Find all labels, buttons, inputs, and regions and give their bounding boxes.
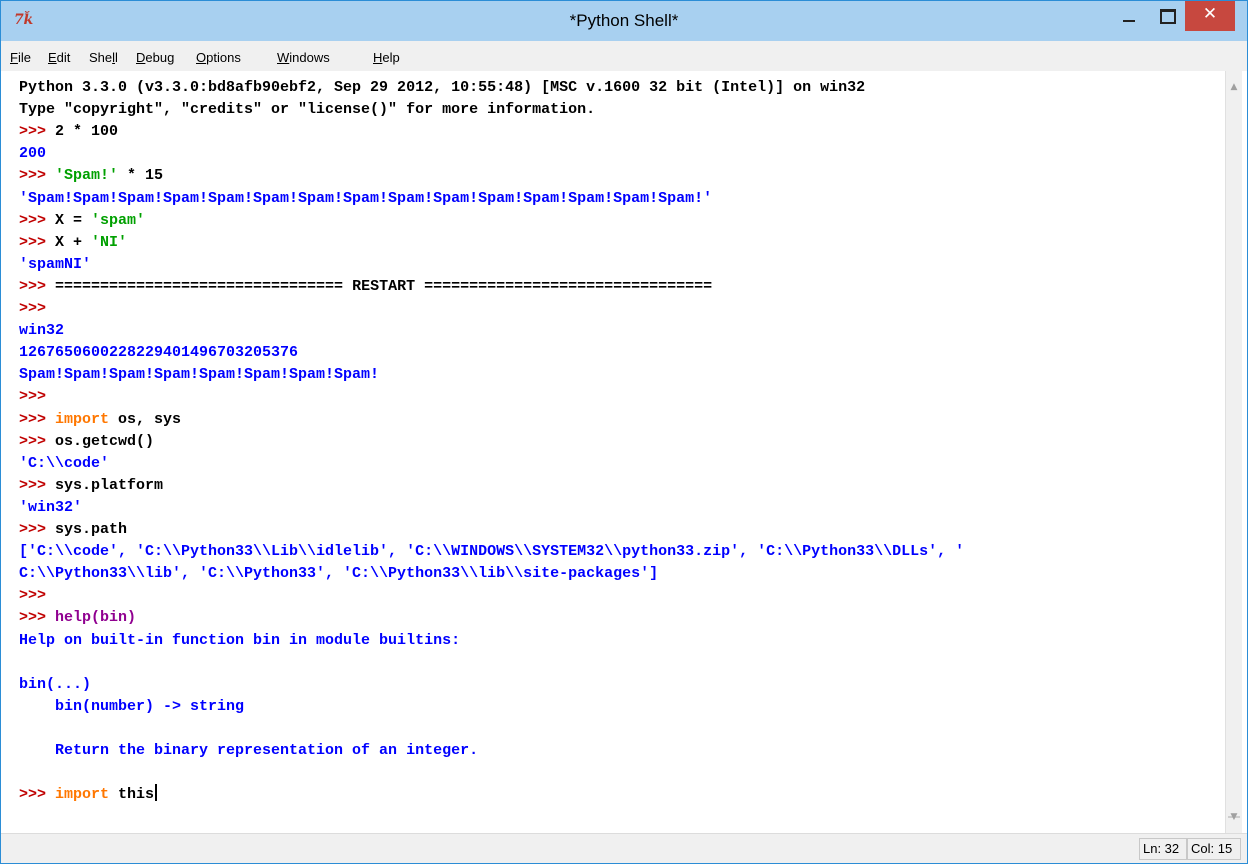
shell-text: 2 * 100 [55,123,119,141]
shell-text: ['C:\\code', 'C:\\Python33\\Lib\\idlelib… [19,543,965,561]
shell-text: help(bin) [55,609,137,627]
shell-text: 'Spam!' [55,167,119,185]
shell-text: Type "copyright", "credits" or "license(… [19,101,596,119]
menu-file[interactable]: File [10,50,31,65]
shell-prompt: >>> [19,476,56,494]
shell-line: >>> sys.platform [19,475,163,497]
shell-text: 200 [19,145,47,163]
shell-text: sys.platform [55,476,164,494]
close-button[interactable]: ✕ [1185,1,1235,31]
text-cursor [155,784,158,802]
shell-line: >>> help(bin) [19,607,136,629]
shell-text: 'C:\\code' [19,454,110,472]
shell-text: os.getcwd() [55,432,155,450]
shell-prompt: >>> [19,587,47,605]
shell-text: Return the binary representation of an i… [19,742,479,759]
menu-windows[interactable]: Windows [277,50,330,65]
shell-text: os, sys [109,410,182,428]
shell-line: win32 [19,320,64,342]
shell-text: import [55,786,110,804]
shell-text: 'Spam!Spam!Spam!Spam!Spam!Spam!Spam!Spam… [19,189,713,207]
vertical-scrollbar[interactable]: ▲ ▼ [1225,71,1242,833]
shell-line: >>> [19,585,46,607]
menu-shell[interactable]: Shell [89,50,118,65]
menu-help[interactable]: Help [373,50,400,65]
shell-text: 'spamNI' [19,255,92,273]
shell-line: >>> [19,298,46,320]
shell-line: >>> 2 * 100 [19,121,118,143]
status-column-number: Col: 15 [1187,838,1241,860]
python-shell-window: 7ǩ *Python Shell* ✕ File Edit Shell Debu… [0,0,1248,864]
shell-line: >>> os.getcwd() [19,431,154,453]
shell-text: 'win32' [19,498,83,516]
shell-text: C:\\Python33\\lib', 'C:\\Python33', 'C:\… [19,565,659,583]
shell-text: 'NI' [91,233,128,251]
shell-prompt: >>> [19,410,56,428]
shell-text: 1267650600228229401496703205376 [19,344,299,362]
scroll-up-icon[interactable]: ▲ [1226,79,1242,96]
shell-prompt: >>> [19,609,56,627]
shell-line: >>> sys.path [19,519,127,541]
shell-text: X + [55,233,92,251]
shell-line: 'win32' [19,497,82,519]
shell-line: ['C:\\code', 'C:\\Python33\\Lib\\idlelib… [19,541,964,563]
menu-bar: File Edit Shell Debug Options Windows He… [1,41,1247,71]
shell-line: Python 3.3.0 (v3.3.0:bd8afb90ebf2, Sep 2… [19,77,865,99]
shell-line: >>> import os, sys [19,409,181,431]
shell-text: 'spam' [91,211,146,229]
shell-line: C:\\Python33\\lib', 'C:\\Python33', 'C:\… [19,563,658,585]
shell-text: * 15 [118,167,164,185]
shell-line: 'spamNI' [19,254,91,276]
shell-prompt: >>> [19,211,56,229]
shell-line: >>> [19,386,46,408]
shell-prompt: >>> [19,233,56,251]
shell-line: bin(number) -> string [19,696,244,718]
shell-text: Python 3.3.0 (v3.3.0:bd8afb90ebf2, Sep 2… [19,79,866,96]
shell-prompt: >>> [19,123,56,141]
shell-text: import [55,410,110,428]
menu-edit[interactable]: Edit [48,50,70,65]
shell-line: 200 [19,143,46,165]
shell-line: Type "copyright", "credits" or "license(… [19,99,595,121]
window-title: *Python Shell* [569,11,679,30]
shell-line: bin(...) [19,674,91,696]
shell-line: Help on built-in function bin in module … [19,630,460,652]
shell-line: >>> import this [19,784,158,806]
shell-text: ================================ RESTART… [55,277,713,295]
shell-text: Spam!Spam!Spam!Spam!Spam!Spam!Spam!Spam! [19,366,380,384]
shell-prompt: >>> [19,300,47,317]
menu-debug[interactable]: Debug [136,50,174,65]
shell-prompt: >>> [19,432,56,450]
shell-prompt: >>> [19,521,56,538]
status-line-number: Ln: 32 [1139,838,1187,860]
shell-text: this [109,786,155,804]
shell-prompt: >>> [19,388,47,406]
shell-text: bin(number) -> string [19,697,245,715]
shell-line: >>> X + 'NI' [19,232,127,254]
shell-text: X = [55,211,92,229]
shell-text-area[interactable]: Python 3.3.0 (v3.3.0:bd8afb90ebf2, Sep 2… [9,71,1225,833]
maximize-button[interactable] [1149,1,1185,31]
shell-line: Spam!Spam!Spam!Spam!Spam!Spam!Spam!Spam! [19,364,379,386]
shell-text: sys.path [55,521,128,538]
menu-options[interactable]: Options [196,50,241,65]
shell-line: 1267650600228229401496703205376 [19,342,298,364]
shell-prompt: >>> [19,277,56,295]
shell-line: >>> 'Spam!' * 15 [19,165,163,187]
shell-text: bin(...) [19,675,92,693]
shell-text: win32 [19,322,65,340]
title-bar[interactable]: 7ǩ *Python Shell* ✕ [1,1,1247,41]
minimize-button[interactable] [1109,1,1149,31]
close-icon: ✕ [1202,4,1218,24]
shell-line: >>> X = 'spam' [19,210,145,232]
shell-line: 'Spam!Spam!Spam!Spam!Spam!Spam!Spam!Spam… [19,188,712,210]
scroll-down-icon[interactable]: ▼ [1226,809,1242,826]
shell-line: >>> ================================ RES… [19,276,712,298]
shell-line: 'C:\\code' [19,453,109,475]
status-bar: Ln: 32 Col: 15 [1,833,1247,863]
shell-text: Help on built-in function bin in module … [19,631,461,649]
shell-prompt: >>> [19,786,56,804]
shell-line: Return the binary representation of an i… [19,740,478,762]
shell-prompt: >>> [19,167,56,185]
